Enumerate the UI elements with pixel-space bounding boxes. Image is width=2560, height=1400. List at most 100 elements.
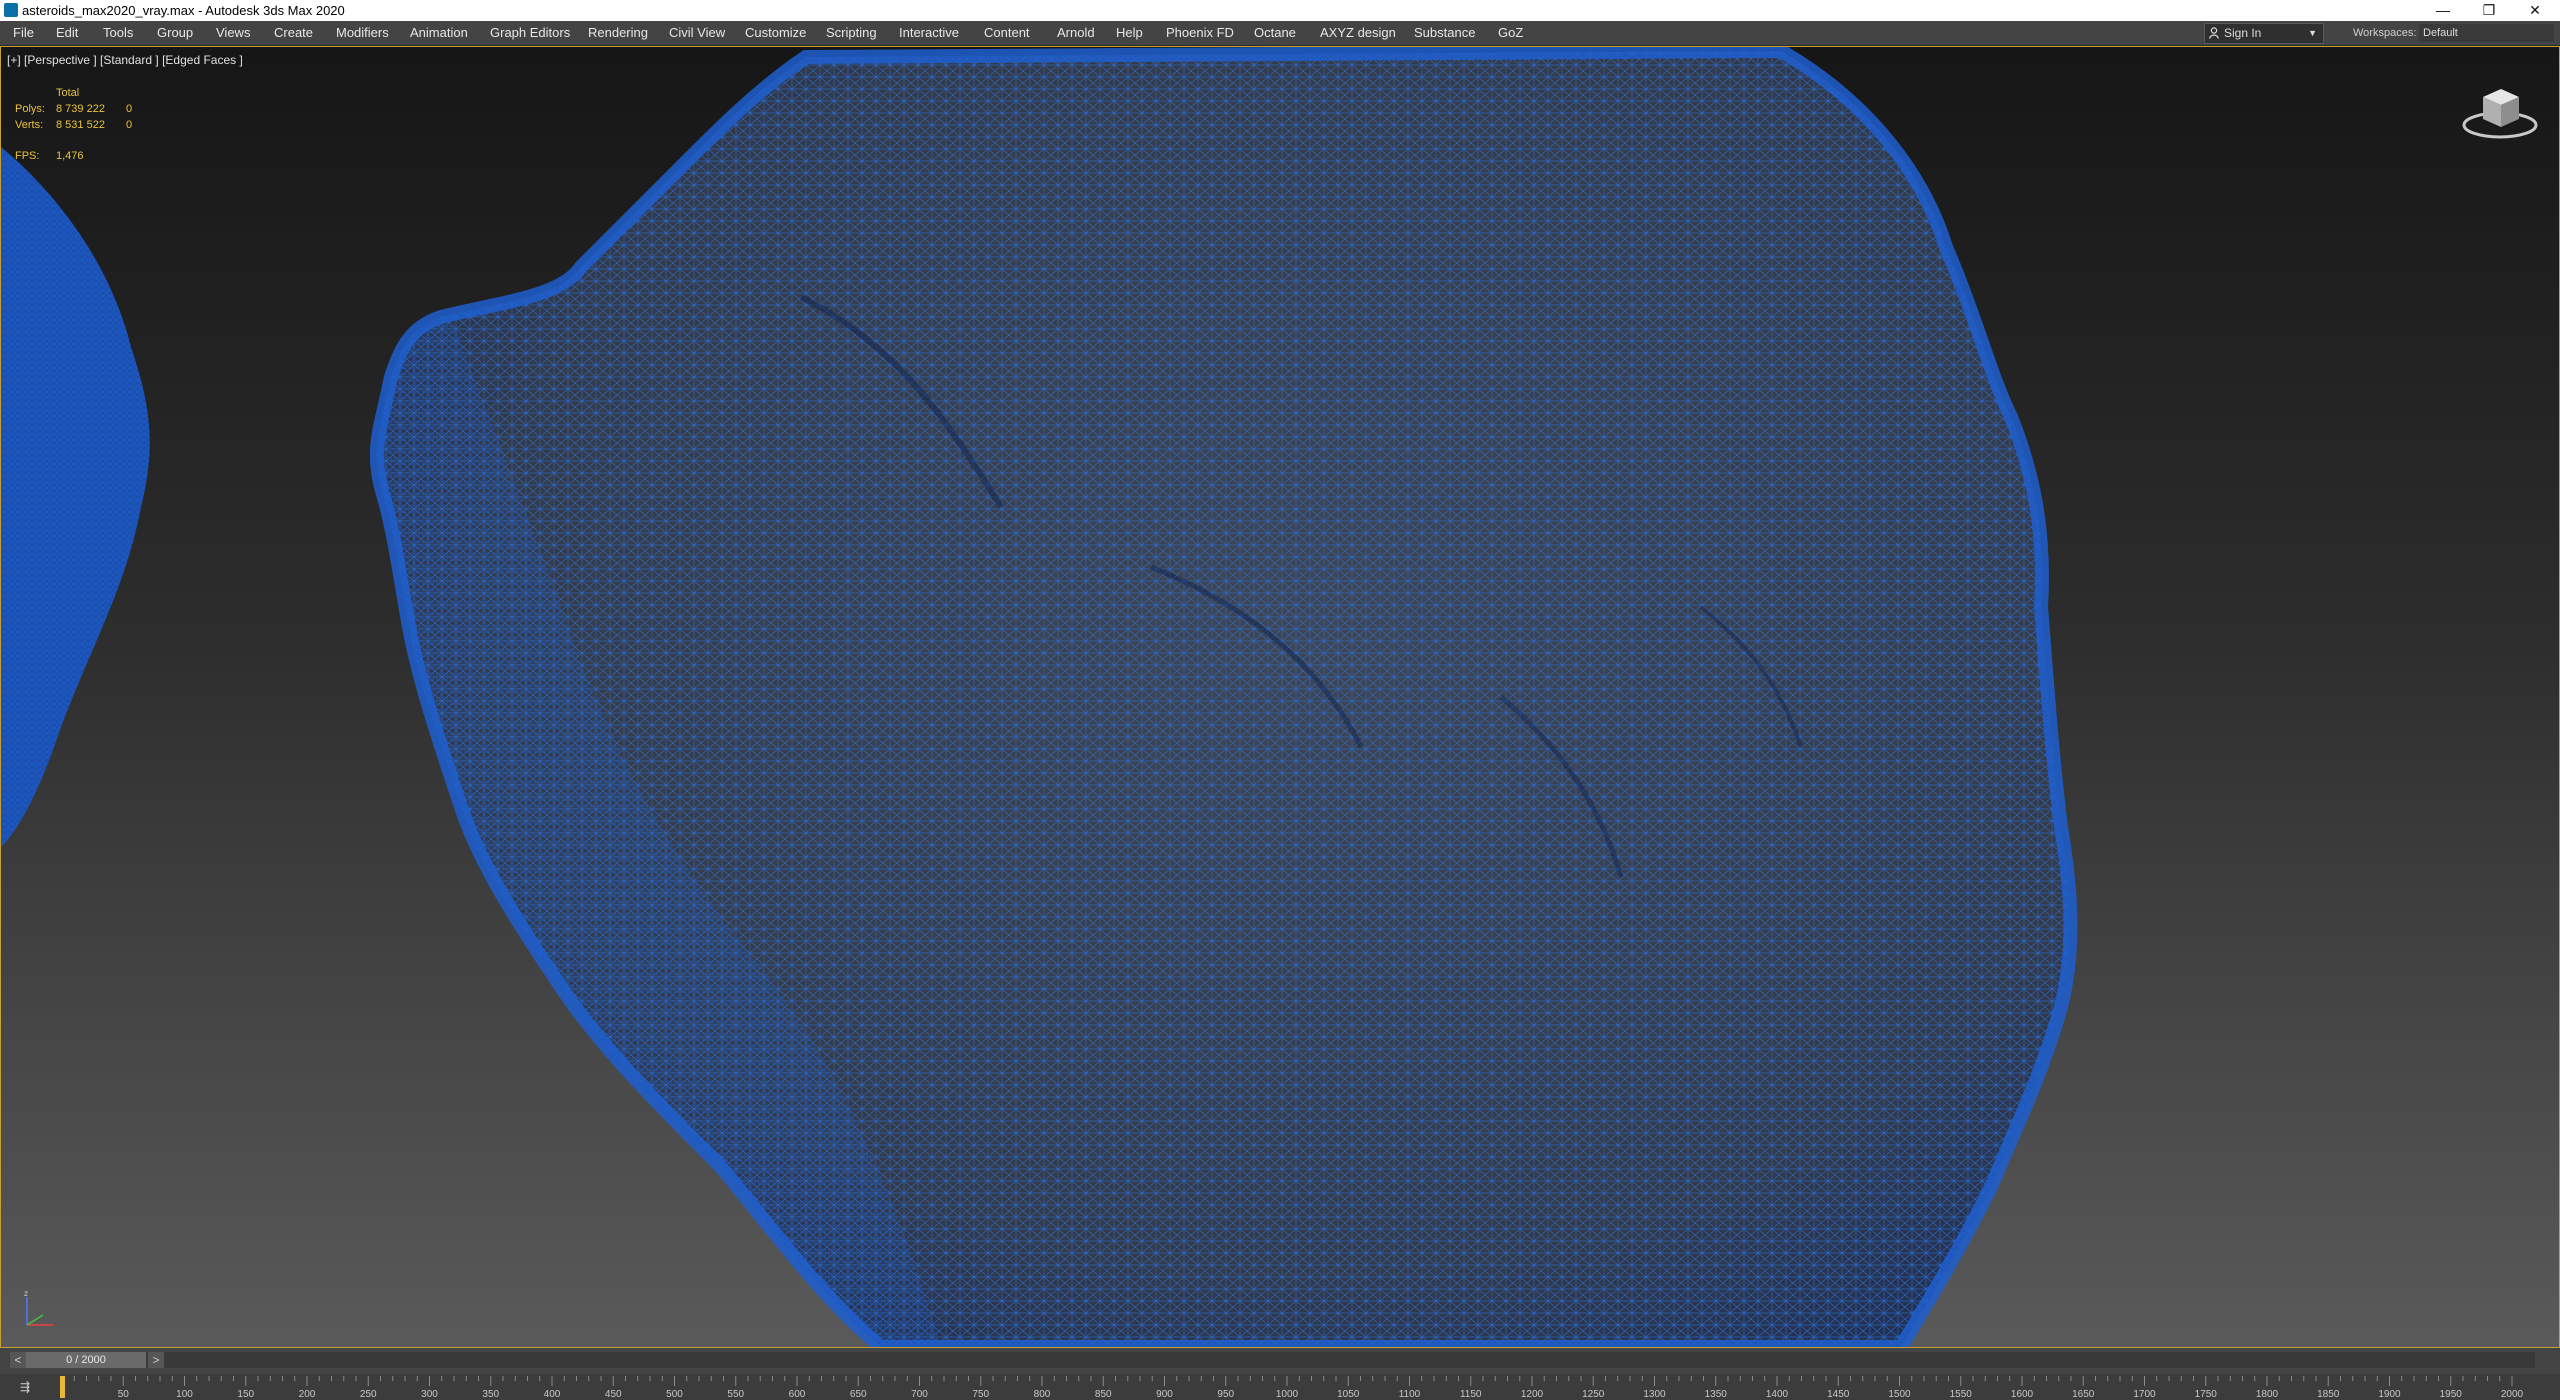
time-slider-track[interactable] [26, 1352, 2535, 1368]
tick-label: 200 [299, 1389, 316, 1400]
menu-bar: File Edit Tools Group Views Create Modif… [0, 21, 2560, 46]
menu-group[interactable]: Group [157, 21, 193, 45]
verts-label: Verts: [15, 119, 44, 131]
tick-label: 450 [605, 1389, 622, 1400]
fps-value: 1,476 [56, 150, 84, 162]
polys-value: 8 739 222 [56, 103, 105, 115]
verts-selected: 0 [126, 119, 133, 131]
window-title: asteroids_max2020_vray.max - Autodesk 3d… [22, 3, 345, 18]
menu-goz[interactable]: GoZ [1498, 21, 1523, 45]
tick-label: 650 [850, 1389, 867, 1400]
tick-label: 1400 [1766, 1389, 1789, 1400]
close-button[interactable]: ✕ [2512, 0, 2558, 21]
tick-label: 600 [789, 1389, 806, 1400]
menu-interactive[interactable]: Interactive [899, 21, 959, 45]
tick-label: 2000 [2501, 1389, 2524, 1400]
tick-label: 900 [1156, 1389, 1173, 1400]
menu-modifiers[interactable]: Modifiers [336, 21, 389, 45]
tick-label: 1550 [1950, 1389, 1973, 1400]
menu-tools[interactable]: Tools [103, 21, 133, 45]
tick-label: 150 [237, 1389, 254, 1400]
tick-label: 1950 [2440, 1389, 2463, 1400]
tick-label: 250 [360, 1389, 377, 1400]
tick-label: 1600 [2011, 1389, 2034, 1400]
perspective-viewport[interactable]: [+] [Perspective ] [Standard ] [Edged Fa… [0, 46, 2560, 1348]
tick-label: 1350 [1705, 1389, 1728, 1400]
menu-customize[interactable]: Customize [745, 21, 806, 45]
menu-views[interactable]: Views [216, 21, 250, 45]
menu-scripting[interactable]: Scripting [826, 21, 877, 45]
tick-label: 50 [118, 1389, 130, 1400]
menu-octane[interactable]: Octane [1254, 21, 1296, 45]
menu-file[interactable]: File [13, 21, 34, 45]
menu-substance[interactable]: Substance [1414, 21, 1475, 45]
menu-rendering[interactable]: Rendering [588, 21, 648, 45]
restore-button[interactable]: ❐ [2466, 0, 2512, 21]
time-slider: < 0 / 2000 > [0, 1348, 2560, 1374]
sign-in-dropdown[interactable]: Sign In ▼ [2204, 23, 2324, 44]
stats-total-header: Total [56, 87, 80, 99]
tick-label: 950 [1217, 1389, 1234, 1400]
tick-label: 1850 [2317, 1389, 2340, 1400]
polys-label: Polys: [15, 103, 45, 115]
tick-label: 1650 [2072, 1389, 2095, 1400]
workspaces-select[interactable]: Default [2419, 24, 2554, 42]
tick-label: 1450 [1827, 1389, 1850, 1400]
menu-phoenix-fd[interactable]: Phoenix FD [1166, 21, 1234, 45]
tick-label: 750 [972, 1389, 989, 1400]
asteroid-mesh [1, 47, 2078, 1347]
tick-label: 1250 [1582, 1389, 1605, 1400]
menu-help[interactable]: Help [1116, 21, 1143, 45]
sign-in-label: Sign In [2224, 26, 2262, 40]
tick-label: 1000 [1276, 1389, 1299, 1400]
menu-edit[interactable]: Edit [56, 21, 78, 45]
menu-graph-editors[interactable]: Graph Editors [490, 21, 570, 45]
chevron-down-icon: ▼ [2308, 28, 2317, 38]
tick-label: 1900 [2378, 1389, 2401, 1400]
tick-label: 1200 [1521, 1389, 1544, 1400]
menu-create[interactable]: Create [274, 21, 313, 45]
user-icon [2209, 27, 2219, 39]
axis-tripod-icon: z [24, 1289, 53, 1326]
menu-axyz-design[interactable]: AXYZ design [1320, 21, 1396, 45]
track-bar-ruler: 50 100 150 200 250 300 350 400 450 500 550 600 650 70… [61, 1376, 2524, 1400]
tick-label: 1750 [2195, 1389, 2218, 1400]
viewport-label[interactable]: [+] [Perspective ] [Standard ] [Edged Fa… [7, 53, 243, 67]
viewcube-icon[interactable] [2461, 83, 2539, 143]
tick-label: 350 [482, 1389, 499, 1400]
verts-value: 8 531 522 [56, 119, 105, 131]
tick-label: 300 [421, 1389, 438, 1400]
polys-selected: 0 [126, 103, 133, 115]
menu-arnold[interactable]: Arnold [1057, 21, 1095, 45]
tick-label: 1800 [2256, 1389, 2279, 1400]
menu-content[interactable]: Content [984, 21, 1030, 45]
prev-frame-button[interactable]: < [10, 1352, 26, 1368]
tick-label: 850 [1095, 1389, 1112, 1400]
tick-label: 550 [727, 1389, 744, 1400]
mini-curve-editor-icon[interactable]: ⇶ [20, 1380, 30, 1394]
tick-label: 500 [666, 1389, 683, 1400]
menu-civil-view[interactable]: Civil View [669, 21, 725, 45]
menu-animation[interactable]: Animation [410, 21, 468, 45]
fps-label: FPS: [15, 150, 40, 162]
left-asteroid [1, 147, 150, 847]
current-frame-marker [60, 1376, 65, 1398]
tick-label: 1150 [1460, 1389, 1482, 1400]
minimize-button[interactable]: — [2420, 0, 2466, 21]
main-asteroid [369, 47, 2078, 1347]
workspaces-label: Workspaces: [2353, 27, 2417, 39]
time-slider-thumb[interactable]: 0 / 2000 [26, 1352, 146, 1368]
tick-label: 1100 [1399, 1389, 1421, 1400]
next-frame-button[interactable]: > [148, 1352, 164, 1368]
tick-label: 1050 [1337, 1389, 1360, 1400]
tick-label: 100 [176, 1389, 193, 1400]
tick-label: 1500 [1888, 1389, 1911, 1400]
track-bar[interactable]: 50 100 150 200 250 300 350 400 450 500 550 600 650 70… [0, 1374, 2560, 1400]
tick-label: 700 [911, 1389, 928, 1400]
tick-label: 800 [1034, 1389, 1051, 1400]
tick-label: 1700 [2133, 1389, 2156, 1400]
app-icon [4, 3, 18, 17]
tick-label: 400 [544, 1389, 561, 1400]
tick-label: 1300 [1643, 1389, 1666, 1400]
svg-text:z: z [24, 1289, 28, 1298]
